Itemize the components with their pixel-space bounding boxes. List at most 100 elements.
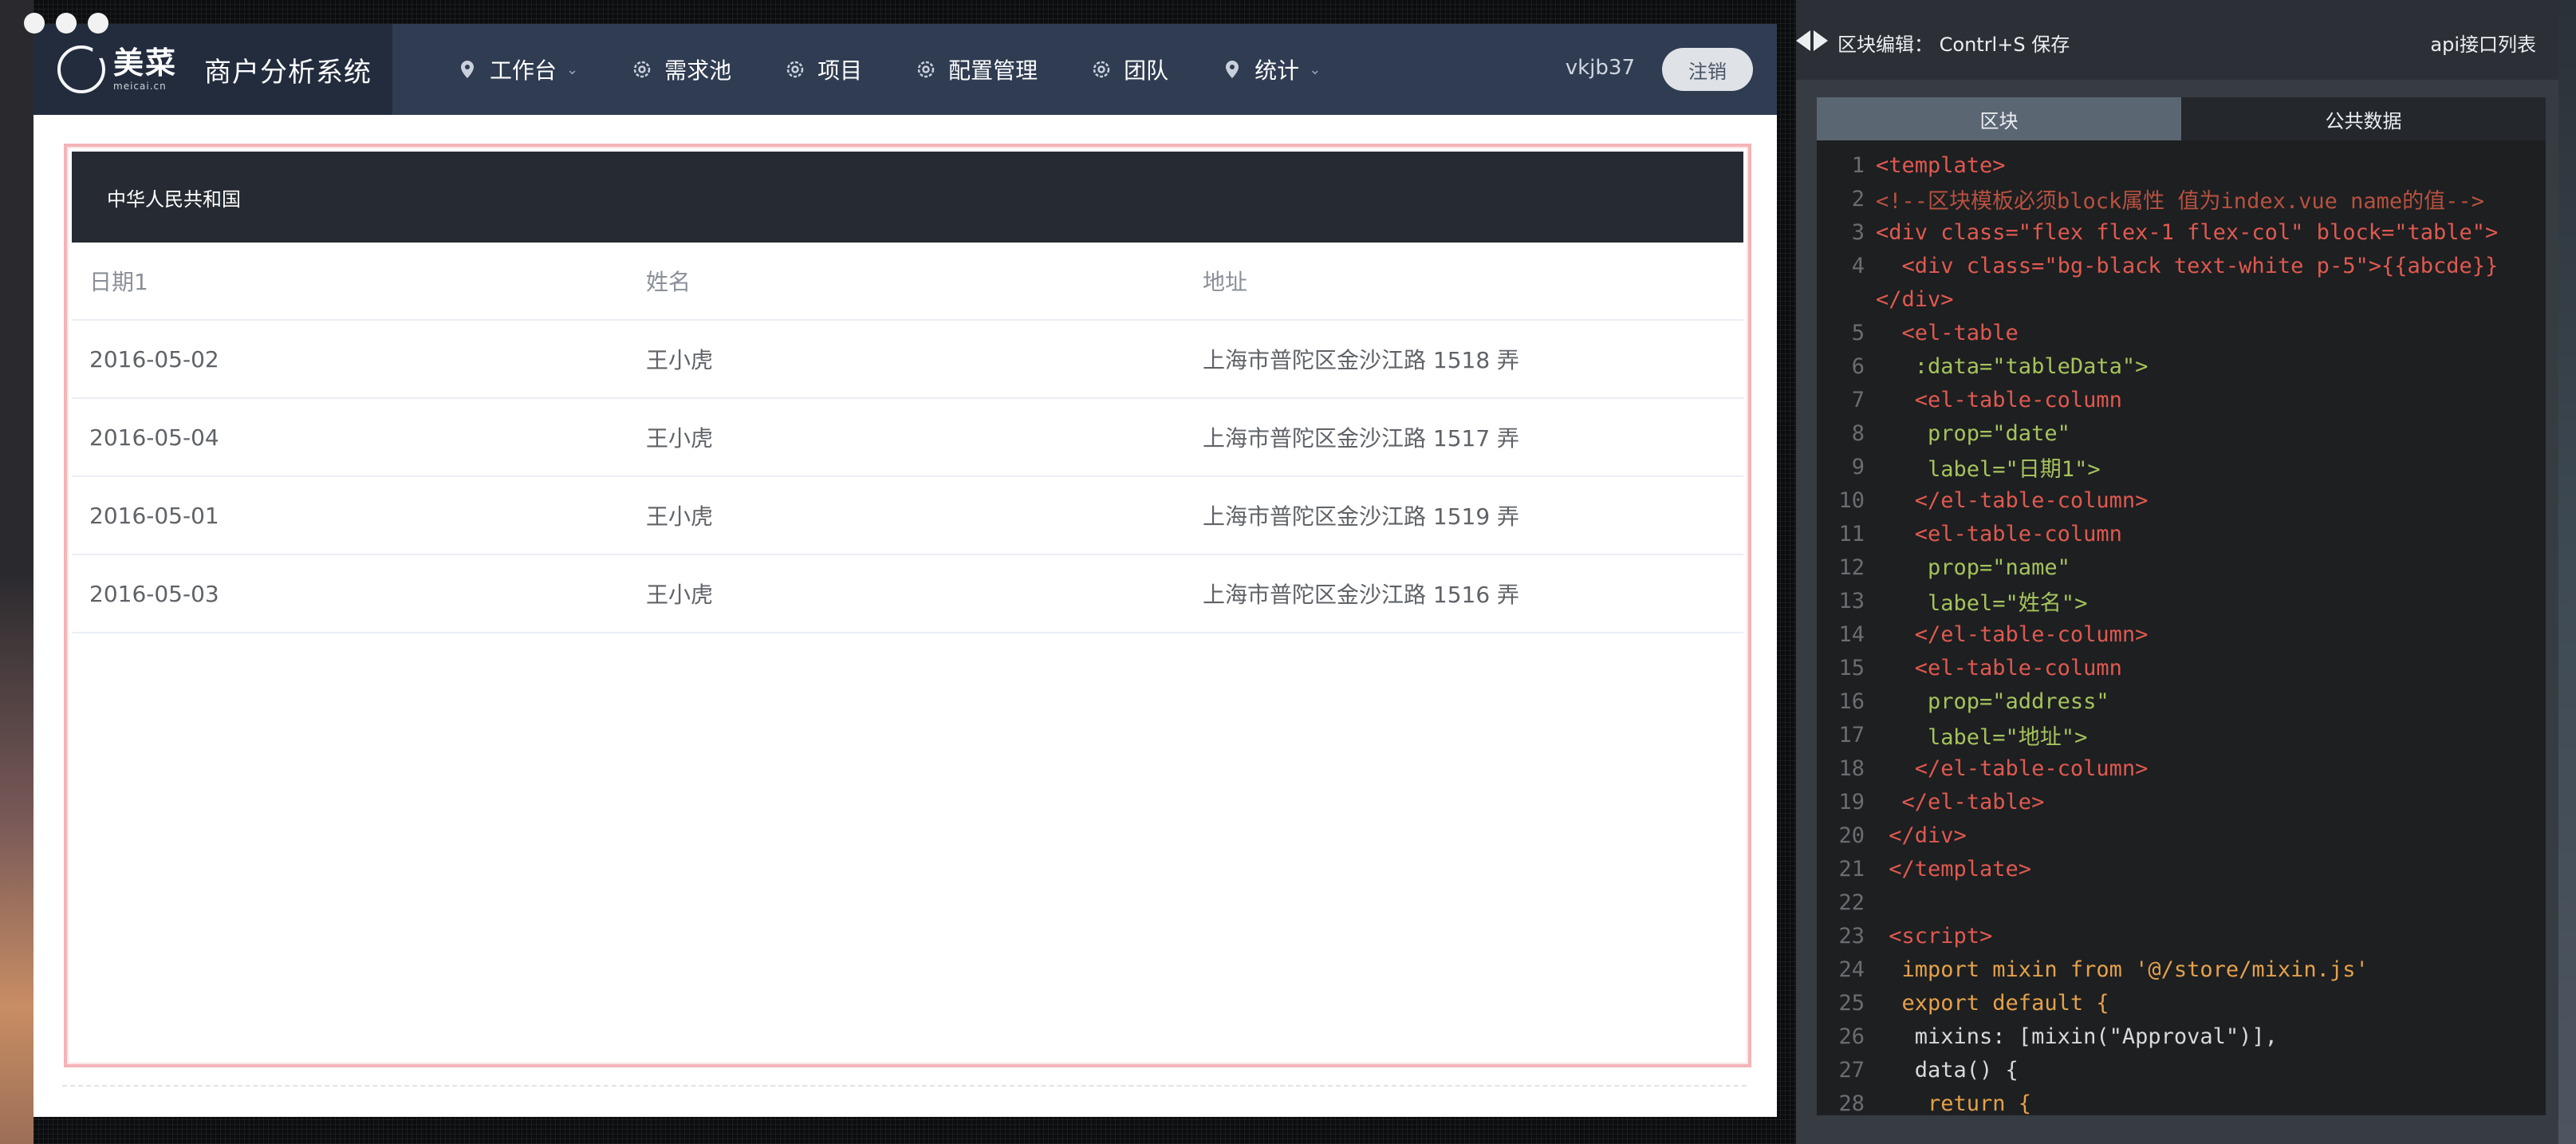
nav-item-label: 配置管理 — [948, 57, 1038, 84]
line-number: 21 — [1838, 856, 1865, 882]
code-text: data() { — [1876, 1057, 2019, 1083]
line-number: 27 — [1838, 1057, 1865, 1083]
code-text: label="地址"> — [1876, 724, 2088, 750]
code-line: 11 <el-table-column — [1817, 517, 2546, 550]
arrow-left-icon[interactable] — [1796, 30, 1810, 51]
minimize-window-button[interactable] — [56, 13, 77, 34]
nav-item-5[interactable]: 统计 ⌄ — [1221, 53, 1321, 85]
gear-icon — [786, 61, 804, 78]
code-line: 22 — [1817, 886, 2546, 919]
brand-domain: meicai.cn — [113, 81, 167, 92]
line-number: 9 — [1851, 454, 1865, 479]
tab-1[interactable]: 公共数据 — [2181, 97, 2546, 140]
nav-item-1[interactable]: 需求池 — [631, 53, 731, 85]
nav-item-label: 需求池 — [664, 57, 732, 84]
window-controls — [24, 13, 108, 34]
arrow-right-icon[interactable] — [1814, 30, 1828, 51]
code-text: <!--区块模板必须block属性 值为index.vue name的值--> — [1876, 188, 2484, 214]
code-text: mixins: [mixin("Approval")], — [1876, 1024, 2278, 1049]
code-text: <div class="bg-black text-white p-5">{{a… — [1876, 253, 2499, 278]
column-header[interactable]: 日期1 — [72, 265, 628, 297]
table-row[interactable]: 2016-05-04 王小虎 上海市普陀区金沙江路 1517 弄 — [72, 399, 1743, 477]
code-line: 1 <template> — [1817, 148, 2546, 182]
nav-item-label: 统计 — [1255, 57, 1300, 84]
table-row[interactable]: 2016-05-02 王小虎 上海市普陀区金沙江路 1518 弄 — [72, 321, 1743, 399]
code-line: 27 data() { — [1817, 1053, 2546, 1087]
line-number: 16 — [1838, 688, 1865, 714]
line-number: 11 — [1838, 521, 1865, 546]
table-header-row: 日期1 姓名 地址 — [72, 243, 1743, 321]
code-editor[interactable]: 1 <template> 2 <!--区块模板必须block属性 值为index.vu… — [1817, 140, 2546, 1115]
code-line: 16 prop="address" — [1817, 684, 2546, 718]
line-number: 1 — [1851, 152, 1865, 178]
code-text: </el-table-column> — [1876, 621, 2149, 647]
logo-text: 美菜 meicai.cn — [113, 48, 177, 91]
nav-item-0[interactable]: 工作台 ⌄ — [456, 53, 578, 85]
block-frame[interactable]: 中华人民共和国 日期1 姓名 地址 2016-05-02 王小虎 上海市普陀区金沙江路 1… — [64, 144, 1751, 1067]
nav-item-label: 项目 — [817, 57, 863, 84]
nav-item-2[interactable]: 项目 — [784, 53, 862, 85]
preview-window: 美菜 meicai.cn 商户分析系统 工作台 ⌄ 需求池 项目 配置管理 团队 统计 ⌄ v… — [33, 24, 1777, 1117]
nav-menu: 工作台 ⌄ 需求池 项目 配置管理 团队 统计 ⌄ — [456, 24, 1373, 115]
maximize-window-button[interactable] — [88, 13, 108, 34]
code-line: 18 </el-table-column> — [1817, 751, 2546, 785]
code-line: 7 <el-table-column — [1817, 383, 2546, 416]
code-text: <template> — [1876, 152, 2006, 178]
location-pin-icon — [461, 61, 474, 78]
line-number: 10 — [1838, 487, 1865, 513]
table-row[interactable]: 2016-05-01 王小虎 上海市普陀区金沙江路 1519 弄 — [72, 477, 1743, 555]
code-text: <el-table-column — [1876, 655, 2122, 680]
table-cell: 王小虎 — [646, 347, 714, 373]
code-text: :data="tableData"> — [1876, 353, 2149, 379]
system-title: 商户分析系统 — [204, 56, 372, 89]
code-line: 9 label="日期1"> — [1817, 450, 2546, 483]
column-header[interactable]: 地址 — [1185, 265, 1743, 297]
code-text: <el-table-column — [1876, 521, 2122, 546]
nav-item-4[interactable]: 团队 — [1090, 53, 1168, 85]
brand-name: 美菜 — [113, 45, 178, 81]
logout-button[interactable]: 注销 — [1662, 48, 1753, 91]
code-text: export default { — [1876, 990, 2109, 1016]
panel-toggle[interactable] — [1796, 30, 1828, 51]
code-text: prop="name" — [1876, 554, 2070, 580]
code-line: 2 <!--区块模板必须block属性 值为index.vue name的值--> — [1817, 182, 2546, 215]
code-line: 12 prop="name" — [1817, 550, 2546, 584]
data-table: 日期1 姓名 地址 2016-05-02 王小虎 上海市普陀区金沙江路 1518 弄 201… — [72, 243, 1743, 633]
line-number: 12 — [1838, 554, 1865, 580]
api-list-link[interactable]: api接口列表 — [2430, 29, 2536, 57]
table-cell: 上海市普陀区金沙江路 1516 弄 — [1203, 582, 1520, 608]
code-text: </div> — [1876, 822, 1967, 848]
code-text: <el-table — [1876, 320, 2019, 345]
gear-icon — [1093, 61, 1110, 78]
code-text: prop="address" — [1876, 688, 2109, 714]
table-cell: 2016-05-04 — [89, 424, 219, 451]
code-line: 5 <el-table — [1817, 316, 2546, 349]
nav-item-label: 团队 — [1124, 57, 1169, 84]
code-line: 25 export default { — [1817, 986, 2546, 1020]
brand[interactable]: 美菜 meicai.cn 商户分析系统 — [33, 24, 392, 115]
close-window-button[interactable] — [24, 13, 45, 34]
code-line: 21 </template> — [1817, 852, 2546, 886]
code-text: </el-table-column> — [1876, 487, 2149, 513]
table-cell: 2016-05-03 — [89, 580, 219, 607]
table-row[interactable]: 2016-05-03 王小虎 上海市普陀区金沙江路 1516 弄 — [72, 555, 1743, 633]
code-line: 14 </el-table-column> — [1817, 617, 2546, 651]
code-text: label="日期1"> — [1876, 456, 2101, 482]
line-number: 6 — [1851, 353, 1865, 379]
column-header[interactable]: 姓名 — [628, 265, 1185, 297]
tab-0[interactable]: 区块 — [1817, 97, 2181, 140]
nav-item-3[interactable]: 配置管理 — [915, 53, 1038, 85]
code-line: </div> — [1817, 282, 2546, 316]
code-line: 17 label="地址"> — [1817, 718, 2546, 751]
table-cell: 2016-05-02 — [89, 345, 219, 373]
gear-icon — [633, 61, 651, 78]
code-text: </template> — [1876, 856, 2032, 882]
code-line: 10 </el-table-column> — [1817, 483, 2546, 517]
code-line: 8 prop="date" — [1817, 416, 2546, 450]
code-text: return { — [1876, 1091, 2032, 1116]
code-line: 13 label="姓名"> — [1817, 584, 2546, 617]
code-text: prop="date" — [1876, 420, 2070, 446]
table-cell: 上海市普陀区金沙江路 1518 弄 — [1203, 347, 1520, 373]
banner: 中华人民共和国 — [72, 152, 1743, 243]
chevron-down-icon: ⌄ — [1309, 61, 1321, 78]
